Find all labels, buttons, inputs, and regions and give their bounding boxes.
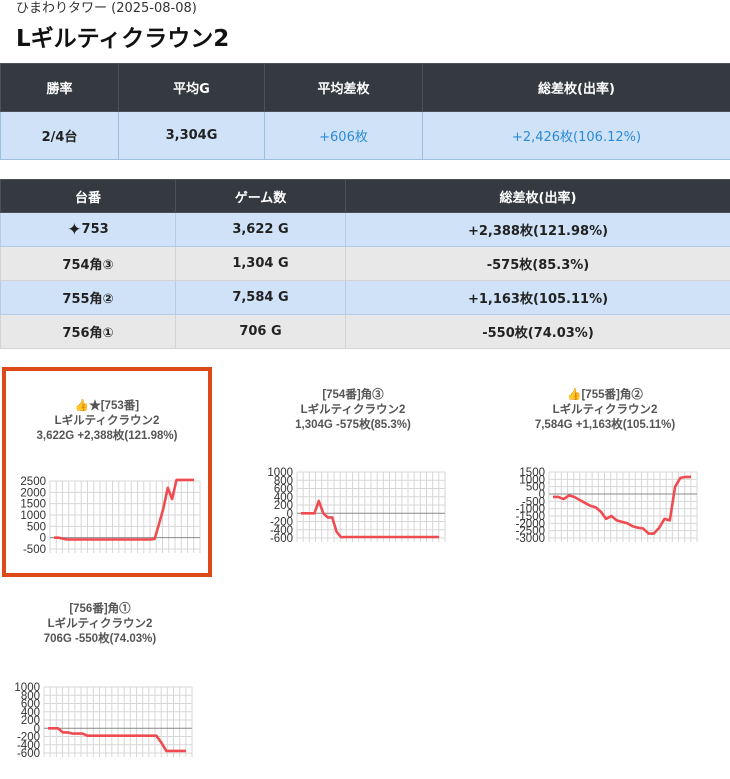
machine-row[interactable]: 756角① 706 G -550枚(74.03%) [0, 314, 730, 349]
machine-number: 754角③ [0, 246, 176, 281]
machine-number: ✦753 [0, 212, 176, 247]
chart-summary: 3,622G +2,388枚(121.98%) [36, 430, 178, 442]
summary-header-avg-diff: 平均差枚 [264, 63, 423, 112]
machine-number: 756角① [0, 314, 176, 349]
chart-subtitle: Lギルティクラウン2 [54, 415, 160, 427]
chart-caption: 👍[755番]角② Lギルティクラウン2 7,584G +1,163枚(105.… [505, 388, 705, 433]
chart-panel-753[interactable]: 👍★[753番] Lギルティクラウン2 3,622G +2,388枚(121.9… [2, 367, 212, 577]
line-chart: 25002000150010005000-500 [20, 476, 201, 556]
y-tick-label: -3000 [516, 533, 545, 545]
machine-header-number: 台番 [0, 179, 176, 213]
chart-summary: 706G -550枚(74.03%) [43, 633, 157, 645]
chart-caption: [756番]角① Lギルティクラウン2 706G -550枚(74.03%) [0, 602, 200, 647]
machine-number-label: 753 [81, 221, 109, 237]
line-chart: 150010005000-500-1000-1500-2000-2500-300… [516, 467, 698, 545]
summary-header-total-diff: 総差枚(出率) [422, 63, 730, 112]
machine-table: 台番 ゲーム数 総差枚(出率) ✦753 3,622 G +2,388枚(121… [0, 179, 730, 349]
y-tick-label: 1500 [20, 499, 46, 511]
chart-title: 👍[755番]角② [567, 389, 643, 401]
sparkle-icon: ✦ [67, 219, 82, 240]
summary-header-avg-games: 平均G [118, 63, 265, 112]
chart-title: 👍★[753番] [74, 400, 140, 412]
page-title: Lギルティクラウン2 [16, 26, 230, 52]
summary-table: 勝率 平均G 平均差枚 総差枚(出率) 2/4台 3,304G +606枚 +2… [0, 63, 730, 160]
machine-row[interactable]: 754角③ 1,304 G -575枚(85.3%) [0, 246, 730, 281]
summary-header-row: 勝率 平均G 平均差枚 総差枚(出率) [0, 63, 730, 112]
chart-title: [754番]角③ [322, 389, 384, 401]
line-chart: 10008006004002000-200-400-600 [14, 682, 193, 760]
y-tick-label: 1000 [20, 510, 46, 522]
chart-panel-754[interactable]: [754番]角③ Lギルティクラウン2 1,304G -575枚(85.3%) … [253, 366, 453, 564]
chart-caption: [754番]角③ Lギルティクラウン2 1,304G -575枚(85.3%) [253, 388, 453, 433]
machine-diff: -550枚(74.03%) [345, 314, 730, 349]
machine-header-diff: 総差枚(出率) [345, 179, 730, 213]
machine-number: 755角② [0, 280, 176, 315]
summary-win-rate: 2/4台 [0, 111, 119, 160]
chart-caption: 👍★[753番] Lギルティクラウン2 3,622G +2,388枚(121.9… [6, 399, 208, 444]
machine-header-row: 台番 ゲーム数 総差枚(出率) [0, 179, 730, 213]
machine-row[interactable]: 755角② 7,584 G +1,163枚(105.11%) [0, 280, 730, 315]
summary-total-diff: +2,426枚(106.12%) [422, 111, 730, 160]
y-tick-label: 2000 [20, 487, 46, 499]
y-tick-label: -600 [270, 533, 293, 545]
chart-subtitle: Lギルティクラウン2 [300, 404, 406, 416]
summary-header-win-rate: 勝率 [0, 63, 119, 112]
y-tick-label: 2500 [20, 476, 46, 488]
chart-subtitle: Lギルティクラウン2 [552, 404, 658, 416]
machine-diff: +1,163枚(105.11%) [345, 280, 730, 315]
machine-games: 3,622 G [175, 212, 346, 247]
chart-panel-755[interactable]: 👍[755番]角② Lギルティクラウン2 7,584G +1,163枚(105.… [505, 366, 705, 564]
y-tick-label: 0 [40, 533, 46, 545]
chart-panel-756[interactable]: [756番]角① Lギルティクラウン2 706G -550枚(74.03%) 1… [0, 587, 200, 779]
machine-diff: +2,388枚(121.98%) [345, 212, 730, 247]
machine-diff: -575枚(85.3%) [345, 246, 730, 281]
summary-avg-games: 3,304G [118, 111, 265, 160]
hall-date-subtitle: ひまわりタワー (2025-08-08) [16, 1, 197, 16]
machine-header-games: ゲーム数 [175, 179, 346, 213]
summary-avg-diff: +606枚 [264, 111, 423, 160]
y-tick-label: 500 [27, 521, 46, 533]
chart-summary: 7,584G +1,163枚(105.11%) [534, 419, 676, 431]
machine-row[interactable]: ✦753 3,622 G +2,388枚(121.98%) [0, 212, 730, 247]
y-tick-label: -500 [23, 544, 46, 556]
chart-subtitle: Lギルティクラウン2 [47, 618, 153, 630]
machine-games: 706 G [175, 314, 346, 349]
summary-row: 2/4台 3,304G +606枚 +2,426枚(106.12%) [0, 111, 730, 160]
y-tick-label: -600 [17, 748, 40, 760]
machine-games: 1,304 G [175, 246, 346, 281]
chart-title: [756番]角① [69, 603, 131, 615]
line-chart: 10008006004002000-200-400-600 [267, 467, 446, 545]
machine-games: 7,584 G [175, 280, 346, 315]
chart-summary: 1,304G -575枚(85.3%) [295, 419, 411, 431]
